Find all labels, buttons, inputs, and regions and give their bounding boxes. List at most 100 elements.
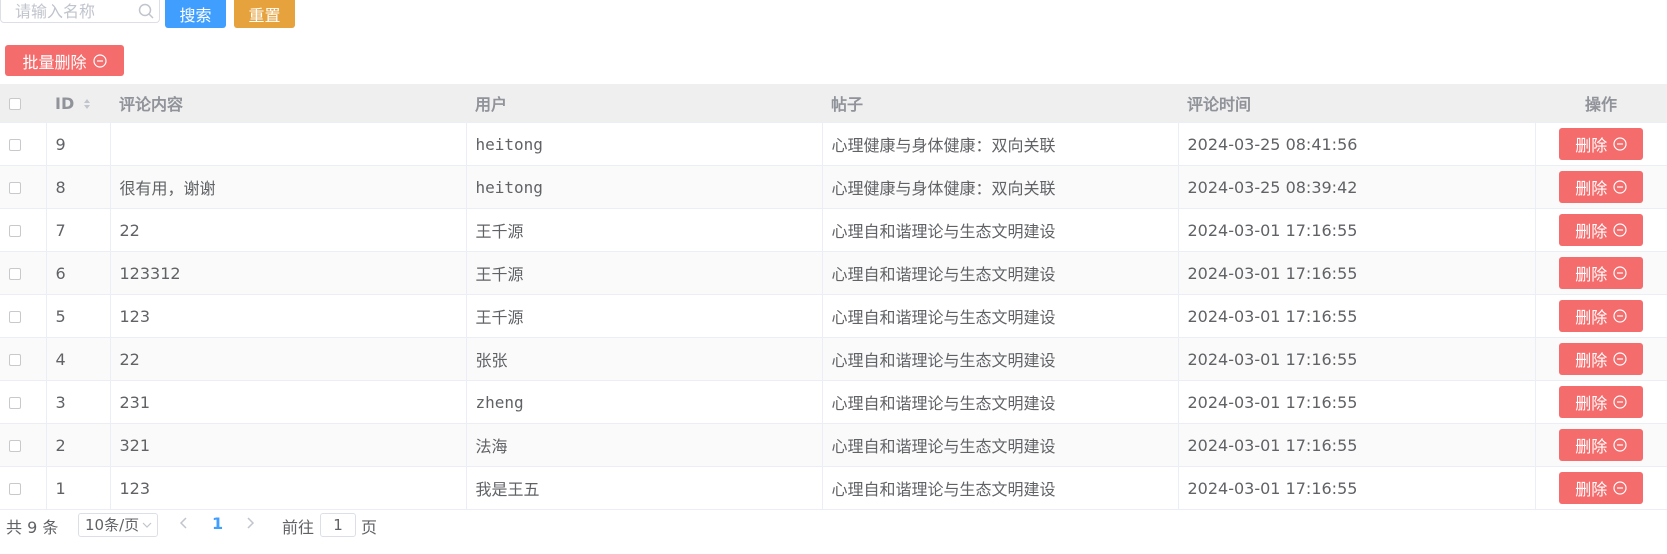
delete-button-label: 删除 <box>1575 480 1608 499</box>
table-row: 5 123 王千源 心理自和谐理论与生态文明建设 2024-03-01 17:1… <box>0 294 1667 338</box>
delete-button[interactable]: 删除 <box>1559 429 1644 461</box>
sort-icon[interactable] <box>83 98 91 110</box>
cell-post: 心理自和谐理论与生态文明建设 <box>822 423 1179 467</box>
batch-delete-label: 批量删除 <box>22 52 87 72</box>
cell-content: 231 <box>110 380 467 424</box>
table-row: 1 123 我是王五 心理自和谐理论与生态文明建设 2024-03-01 17:… <box>0 466 1667 510</box>
chevron-down-icon <box>142 522 152 528</box>
cell-post: 心理健康与身体健康：双向关联 <box>822 165 1179 209</box>
delete-button[interactable]: 删除 <box>1559 343 1644 375</box>
row-select-cell <box>0 251 47 295</box>
column-header-user: 用户 <box>466 84 822 123</box>
prev-page-icon[interactable] <box>178 516 190 530</box>
cell-time: 2024-03-25 08:39:42 <box>1178 165 1536 209</box>
row-checkbox[interactable] <box>9 182 21 194</box>
cell-content: 123 <box>110 294 467 338</box>
cell-content: 123312 <box>110 251 467 295</box>
delete-button-label: 删除 <box>1575 394 1608 413</box>
search-box <box>0 0 160 23</box>
cell-post: 心理自和谐理论与生态文明建设 <box>822 466 1179 510</box>
cell-id: 6 <box>46 251 111 295</box>
remove-circle-icon <box>1613 223 1627 237</box>
table-row: 9 heitong 心理健康与身体健康：双向关联 2024-03-25 08:4… <box>0 122 1667 166</box>
delete-button-label: 删除 <box>1575 351 1608 370</box>
row-checkbox[interactable] <box>9 311 21 323</box>
row-checkbox[interactable] <box>9 225 21 237</box>
cell-user: 张张 <box>466 337 823 381</box>
cell-id: 2 <box>46 423 111 467</box>
row-checkbox[interactable] <box>9 483 21 495</box>
table-row: 4 22 张张 心理自和谐理论与生态文明建设 2024-03-01 17:16:… <box>0 337 1667 381</box>
row-checkbox[interactable] <box>9 397 21 409</box>
delete-button[interactable]: 删除 <box>1559 128 1644 160</box>
delete-button[interactable]: 删除 <box>1559 386 1644 418</box>
cell-actions: 删除 <box>1535 208 1667 252</box>
cell-id: 5 <box>46 294 111 338</box>
delete-button[interactable]: 删除 <box>1559 214 1644 246</box>
delete-button[interactable]: 删除 <box>1559 472 1644 504</box>
cell-user: 王千源 <box>466 208 823 252</box>
remove-circle-icon <box>1613 481 1627 495</box>
row-select-cell <box>0 294 47 338</box>
cell-user: 我是王五 <box>466 466 823 510</box>
search-icon[interactable] <box>137 2 155 20</box>
row-select-cell <box>0 466 47 510</box>
row-checkbox[interactable] <box>9 440 21 452</box>
delete-button[interactable]: 删除 <box>1559 300 1644 332</box>
pagination-total: 共 9 条 <box>6 518 59 537</box>
cell-id: 3 <box>46 380 111 424</box>
cell-content: 321 <box>110 423 467 467</box>
cell-time: 2024-03-01 17:16:55 <box>1178 294 1536 338</box>
column-header-id-label: ID <box>55 93 75 113</box>
pagination: 共 9 条 10条/页 1 前往 页 <box>0 510 500 540</box>
cell-time: 2024-03-01 17:16:55 <box>1178 337 1536 381</box>
row-select-cell <box>0 208 47 252</box>
reset-button[interactable]: 重置 <box>234 0 295 28</box>
delete-button-label: 删除 <box>1575 308 1608 327</box>
column-header-id[interactable]: ID <box>46 84 110 123</box>
remove-circle-icon <box>92 53 107 68</box>
row-select-cell <box>0 122 47 166</box>
delete-button-label: 删除 <box>1575 265 1608 284</box>
cell-content <box>110 122 467 166</box>
delete-button-label: 删除 <box>1575 437 1608 456</box>
next-page-icon[interactable] <box>244 516 256 530</box>
remove-circle-icon <box>1613 266 1627 280</box>
select-all-checkbox[interactable] <box>9 98 21 110</box>
cell-user: 法海 <box>466 423 823 467</box>
cell-id: 8 <box>46 165 111 209</box>
row-checkbox[interactable] <box>9 268 21 280</box>
goto-label: 前往 <box>282 518 315 537</box>
remove-circle-icon <box>1613 352 1627 366</box>
page-number-current[interactable]: 1 <box>212 514 223 533</box>
cell-content: 123 <box>110 466 467 510</box>
page-size-value: 10条/页 <box>85 516 140 534</box>
table-row: 3 231 zheng 心理自和谐理论与生态文明建设 2024-03-01 17… <box>0 380 1667 424</box>
cell-content: 22 <box>110 208 467 252</box>
cell-id: 7 <box>46 208 111 252</box>
delete-button[interactable]: 删除 <box>1559 257 1644 289</box>
row-select-cell <box>0 337 47 381</box>
table-header-row: ID 评论内容 用户 帖子 评论时间 操作 <box>0 84 1667 123</box>
column-header-post: 帖子 <box>822 84 1178 123</box>
cell-post: 心理自和谐理论与生态文明建设 <box>822 208 1179 252</box>
cell-user: 王千源 <box>466 294 823 338</box>
table-row: 8 很有用，谢谢 heitong 心理健康与身体健康：双向关联 2024-03-… <box>0 165 1667 209</box>
row-checkbox[interactable] <box>9 354 21 366</box>
goto-page-input[interactable] <box>320 513 356 537</box>
search-input[interactable] <box>1 0 145 22</box>
cell-id: 4 <box>46 337 111 381</box>
cell-actions: 删除 <box>1535 294 1667 338</box>
delete-button-label: 删除 <box>1575 136 1608 155</box>
delete-button[interactable]: 删除 <box>1559 171 1644 203</box>
cell-actions: 删除 <box>1535 423 1667 467</box>
remove-circle-icon <box>1613 309 1627 323</box>
page-size-select[interactable]: 10条/页 <box>78 513 158 537</box>
cell-user: zheng <box>466 380 823 424</box>
search-button[interactable]: 搜索 <box>165 0 226 28</box>
row-checkbox[interactable] <box>9 139 21 151</box>
row-select-cell <box>0 380 47 424</box>
batch-delete-button[interactable]: 批量删除 <box>5 45 124 76</box>
cell-user: heitong <box>466 165 823 209</box>
select-all-cell <box>0 84 46 123</box>
